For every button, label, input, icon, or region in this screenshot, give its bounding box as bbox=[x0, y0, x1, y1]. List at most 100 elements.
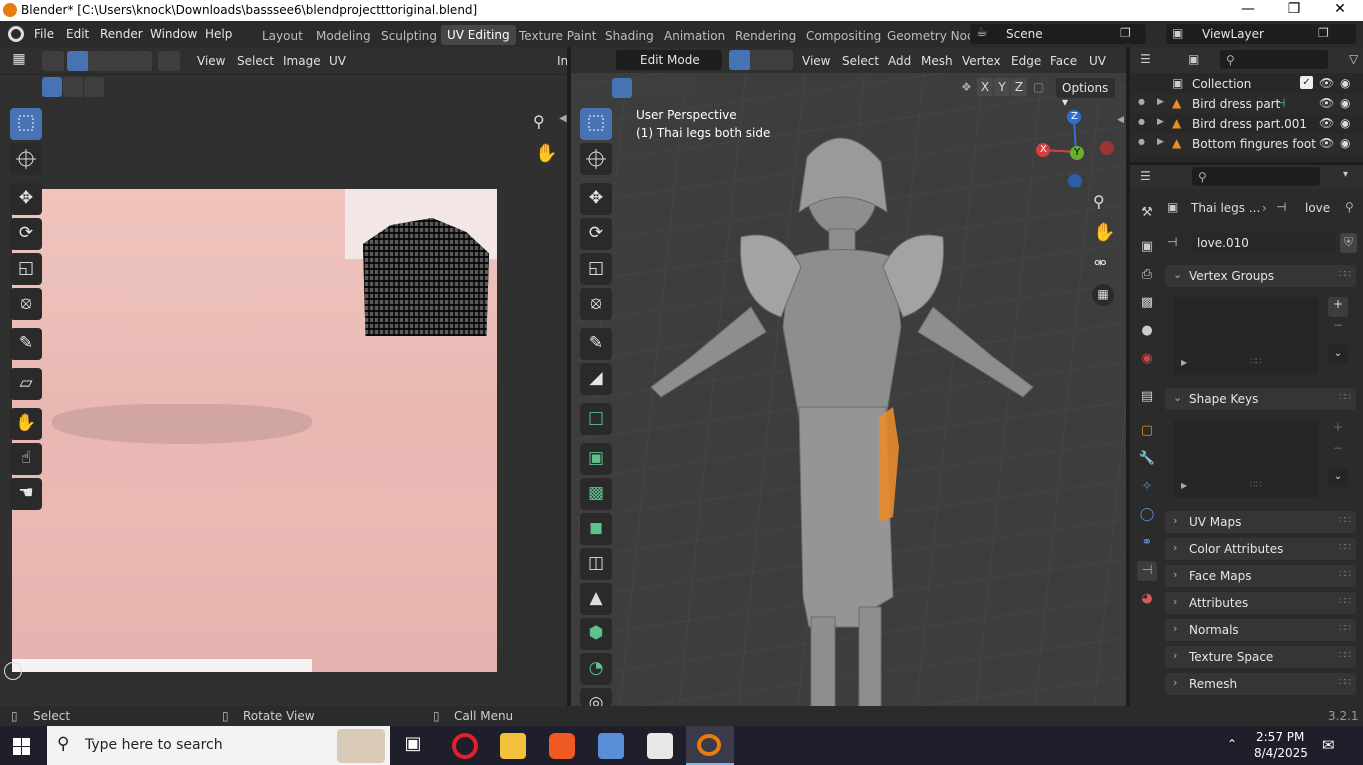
mirror-y-toggle[interactable]: Y bbox=[994, 78, 1010, 96]
uv-rip-tool[interactable]: ▱ bbox=[10, 368, 42, 400]
outliner-row-object[interactable]: ● ▶ ▲ Bottom fingures foot 👁 ◉ bbox=[1130, 134, 1363, 154]
tab-animation[interactable]: Animation bbox=[664, 29, 725, 43]
vp-select-box-tool[interactable] bbox=[580, 108, 612, 140]
vp-transform-tool[interactable]: ⦻ bbox=[580, 288, 612, 320]
vp-select-subtract-icon[interactable] bbox=[654, 78, 674, 98]
visibility-eye-icon[interactable]: 👁 bbox=[1319, 96, 1334, 110]
face-mode-icon[interactable] bbox=[771, 50, 793, 70]
brave-browser-icon[interactable] bbox=[549, 733, 575, 759]
viewport-editor-type-icon[interactable] bbox=[583, 50, 605, 70]
drag-grip-icon[interactable]: ∷∷ bbox=[1339, 515, 1351, 526]
expand-arrow-icon[interactable]: ▶ bbox=[1157, 117, 1164, 127]
outliner-row-collection[interactable]: ▣ Collection ✓ 👁 ◉ bbox=[1130, 74, 1363, 94]
uv-sidebar-toggle-icon[interactable]: ◀ bbox=[559, 113, 567, 124]
proportional-edit-icon[interactable] bbox=[461, 51, 483, 71]
remove-vertex-group-button[interactable]: − bbox=[1328, 318, 1348, 338]
scene-selector[interactable]: ☕ Scene ❐ bbox=[970, 24, 1146, 44]
edge-select-icon[interactable] bbox=[88, 51, 110, 71]
island-select-icon[interactable] bbox=[130, 51, 152, 71]
tab-compositing[interactable]: Compositing bbox=[806, 29, 881, 43]
modifier-tab-icon[interactable]: 🔧 bbox=[1137, 449, 1157, 469]
properties-editor-type-icon[interactable]: ☰ bbox=[1140, 169, 1151, 183]
uv-pan-hand-icon[interactable]: ✋ bbox=[535, 143, 557, 164]
panel-shape-keys[interactable]: ⌄ Shape Keys ∷∷ bbox=[1165, 388, 1356, 410]
vp-cursor-tool[interactable] bbox=[580, 143, 612, 175]
uv-transform-tool[interactable]: ⦻ bbox=[10, 288, 42, 320]
view-layer-selector[interactable]: ▣ ViewLayer ❐ bbox=[1166, 24, 1356, 44]
tab-sculpting[interactable]: Sculpting bbox=[381, 29, 437, 43]
vp-spin-tool[interactable]: ◔ bbox=[580, 653, 612, 685]
pivot-icon[interactable] bbox=[370, 51, 392, 71]
vp-inset-tool[interactable]: ▩ bbox=[580, 478, 612, 510]
remove-shape-key-button[interactable]: − bbox=[1328, 441, 1348, 461]
visibility-eye-icon[interactable]: 👁 bbox=[1319, 136, 1334, 150]
particles-tab-icon[interactable]: ✧ bbox=[1137, 477, 1157, 497]
auto-merge-icon[interactable]: ▢ bbox=[1033, 80, 1044, 94]
vp-knife-tool[interactable]: ▲ bbox=[580, 583, 612, 615]
camera-view-icon[interactable]: ⚮ bbox=[1094, 254, 1107, 272]
mode-selector[interactable]: Edit Mode bbox=[616, 50, 722, 70]
vp-menu-mesh[interactable]: Mesh bbox=[921, 54, 953, 68]
drag-grip-icon[interactable]: ∷∷ bbox=[1339, 677, 1351, 688]
uv-move-tool[interactable]: ✥ bbox=[10, 183, 42, 215]
menu-window[interactable]: Window bbox=[150, 27, 197, 41]
edge-mode-icon[interactable] bbox=[750, 50, 772, 70]
vertex-group-specials-icon[interactable]: ⌄ bbox=[1328, 344, 1348, 364]
uv-cursor-tool[interactable] bbox=[10, 143, 42, 175]
view-layer-tab-icon[interactable]: ▩ bbox=[1137, 293, 1157, 313]
visibility-eye-icon[interactable]: 👁 bbox=[1319, 116, 1334, 130]
list-expand-icon[interactable]: ▶ bbox=[1181, 481, 1187, 490]
outliner-search-input[interactable]: ⚲ bbox=[1220, 50, 1328, 69]
opera-icon[interactable] bbox=[452, 733, 478, 759]
data-tab-icon[interactable]: ⊣ bbox=[1137, 561, 1157, 581]
render-tab-icon[interactable]: ▣ bbox=[1137, 237, 1157, 257]
tab-uv-editing[interactable]: UV Editing bbox=[441, 25, 516, 45]
vp-menu-edge[interactable]: Edge bbox=[1011, 54, 1041, 68]
select-mode-new-icon[interactable] bbox=[42, 77, 62, 97]
options-dropdown[interactable]: Options ▾ bbox=[1056, 78, 1115, 109]
tray-chevron-up-icon[interactable]: ⌃ bbox=[1227, 737, 1237, 751]
vp-menu-view[interactable]: View bbox=[802, 54, 830, 68]
panel-normals[interactable]: › Normals ∷∷ bbox=[1165, 619, 1356, 641]
uv-grab-tool[interactable]: ✋ bbox=[10, 408, 42, 440]
editor-type-icon[interactable]: ▦ bbox=[8, 51, 30, 71]
uv-select-box-tool[interactable] bbox=[10, 108, 42, 140]
menu-render[interactable]: Render bbox=[100, 27, 143, 41]
whiteboard-app-icon[interactable] bbox=[647, 733, 673, 759]
taskbar-search-box[interactable]: ⚲ Type here to search bbox=[47, 726, 390, 765]
panel-texture-space[interactable]: › Texture Space ∷∷ bbox=[1165, 646, 1356, 668]
render-camera-icon[interactable]: ◉ bbox=[1340, 76, 1350, 90]
tab-modeling[interactable]: Modeling bbox=[316, 29, 371, 43]
uv-menu-view[interactable]: View bbox=[197, 54, 225, 68]
mesh-name-field[interactable]: love.010 bbox=[1191, 233, 1336, 253]
close-button[interactable]: ✕ bbox=[1317, 0, 1363, 21]
mirror-z-toggle[interactable]: Z bbox=[1011, 78, 1027, 96]
sticky-select-icon[interactable] bbox=[158, 51, 180, 71]
vp-rotate-tool[interactable]: ⟳ bbox=[580, 218, 612, 250]
panel-remesh[interactable]: › Remesh ∷∷ bbox=[1165, 673, 1356, 695]
task-view-icon[interactable]: ▣ bbox=[400, 733, 426, 759]
viewport-zoom-icon[interactable]: ⚲ bbox=[1093, 192, 1105, 211]
minimize-button[interactable]: — bbox=[1225, 0, 1271, 21]
properties-options-icon[interactable]: ▾ bbox=[1343, 169, 1348, 180]
panel-attributes[interactable]: › Attributes ∷∷ bbox=[1165, 592, 1356, 614]
render-camera-icon[interactable]: ◉ bbox=[1340, 96, 1350, 110]
scene-tab-icon[interactable]: ● bbox=[1137, 321, 1157, 341]
vp-loop-cut-tool[interactable]: ◫ bbox=[580, 548, 612, 580]
panel-color-attributes[interactable]: › Color Attributes ∷∷ bbox=[1165, 538, 1356, 560]
shape-keys-list[interactable]: ▶ ∷∷ bbox=[1173, 420, 1319, 498]
tab-shading[interactable]: Shading bbox=[605, 29, 654, 43]
outliner-row-object[interactable]: ● ▶ ▲ Bird dress part ⊣ 👁 ◉ bbox=[1130, 94, 1363, 114]
blender-menu-icon[interactable] bbox=[8, 26, 24, 42]
drag-grip-icon[interactable]: ∷∷ bbox=[1339, 623, 1351, 634]
vertex-mode-icon[interactable] bbox=[729, 50, 751, 70]
select-mode-subtract-icon[interactable] bbox=[84, 77, 104, 97]
uv-pinch-tool[interactable]: ☚ bbox=[10, 478, 42, 510]
vp-select-extend-icon[interactable] bbox=[633, 78, 653, 98]
add-shape-key-button[interactable]: + bbox=[1328, 420, 1348, 440]
viewport-sidebar-toggle-icon[interactable]: ◀ bbox=[1117, 115, 1124, 125]
face-select-icon[interactable] bbox=[109, 51, 131, 71]
vp-select-intersect-icon[interactable] bbox=[675, 78, 695, 98]
uv-menu-image[interactable]: Image bbox=[283, 54, 321, 68]
vp-select-new-icon[interactable] bbox=[612, 78, 632, 98]
